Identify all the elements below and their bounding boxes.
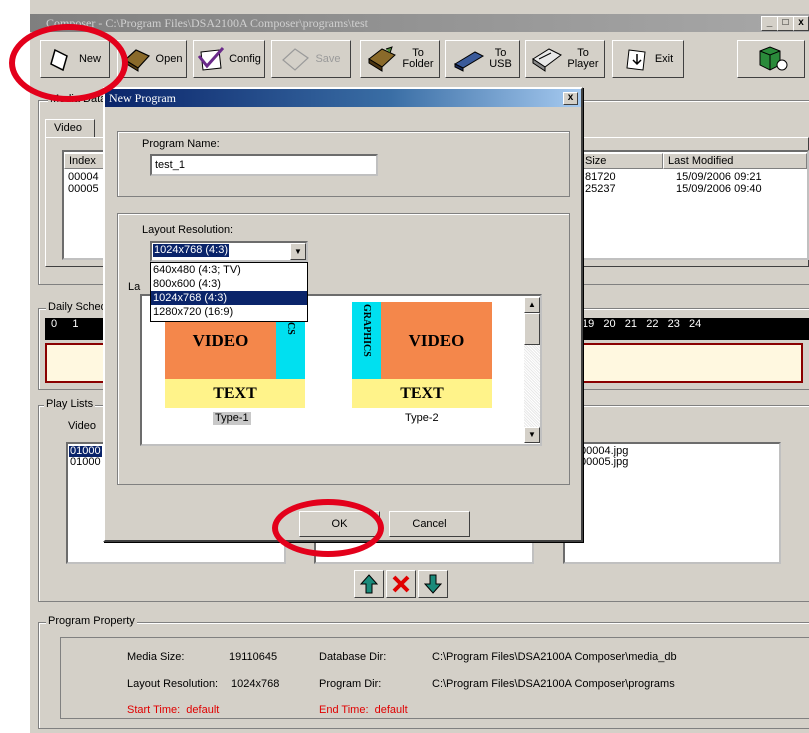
config-button[interactable]: Config — [193, 40, 265, 78]
exit-icon — [626, 49, 646, 71]
config-check-icon — [197, 47, 225, 71]
to-folder-button[interactable]: To Folder — [360, 40, 440, 78]
to-player-label: To Player — [567, 48, 598, 70]
resolution-options-list: 640x480 (4:3; TV) 800x600 (4:3) 1024x768… — [150, 262, 308, 322]
schedule-track-right[interactable] — [582, 343, 803, 383]
program-property-legend: Program Property — [46, 615, 137, 627]
video-playlist-item-2[interactable]: 01000 — [69, 457, 102, 468]
image-playlist-item-2[interactable]: 00005.jpg — [580, 457, 628, 468]
column-size[interactable]: Size — [580, 153, 663, 169]
to-player-label-line2: Player — [567, 58, 599, 70]
media-row-modified-2[interactable]: 15/09/2006 09:40 — [676, 183, 762, 195]
highlight-circle-ok — [272, 499, 384, 557]
maximize-button[interactable]: □ — [777, 16, 794, 31]
arrow-up-icon — [360, 574, 378, 594]
to-folder-label: To Folder — [402, 48, 433, 70]
highlight-circle-new — [9, 24, 128, 102]
chevron-down-icon: ▼ — [294, 247, 302, 256]
dialog-close-button[interactable]: x — [563, 92, 578, 105]
exit-label: Exit — [654, 52, 674, 65]
layout-resolution-dialog-label: Layout Resolution: — [142, 224, 234, 236]
save-button[interactable]: Save — [271, 40, 351, 78]
tab-video[interactable]: Video — [45, 119, 95, 137]
scroll-up-icon: ▲ — [528, 300, 536, 309]
dialog-title-bar: New Program — [105, 89, 581, 107]
save-label: Save — [315, 52, 341, 65]
type1-text-block: TEXT — [165, 379, 305, 408]
resolution-option-selected[interactable]: 1024x768 (4:3) — [151, 291, 307, 305]
dropdown-button[interactable]: ▼ — [290, 243, 306, 260]
program-name-label: Program Name: — [142, 138, 220, 150]
resolution-option[interactable]: 800x600 (4:3) — [151, 277, 307, 291]
delete-x-icon — [392, 575, 410, 593]
database-dir-label: Database Dir: — [319, 651, 387, 663]
close-window-button[interactable]: x — [793, 16, 809, 31]
type2-graphics-label: GRAPHICS — [361, 304, 372, 357]
media-row-size-1[interactable]: 81720 — [585, 171, 616, 183]
media-row-index-2[interactable]: 00005 — [68, 183, 99, 195]
info-cube-icon — [759, 46, 788, 71]
to-usb-label: To USB — [489, 48, 512, 70]
usb-icon — [454, 51, 485, 72]
program-dir-label: Program Dir: — [319, 678, 382, 690]
player-icon — [532, 48, 563, 72]
layout-resolution-selected[interactable]: 1024x768 (4:3) — [153, 244, 229, 257]
info-button[interactable] — [737, 40, 805, 78]
media-row-size-2[interactable]: 25237 — [585, 183, 616, 195]
to-player-button[interactable]: To Player — [525, 40, 605, 78]
minimize-button[interactable]: _ — [761, 16, 778, 31]
move-down-button[interactable] — [418, 570, 448, 598]
scroll-thumb[interactable] — [524, 313, 540, 345]
column-last-modified[interactable]: Last Modified — [663, 153, 807, 169]
arrow-down-icon — [424, 574, 442, 594]
to-usb-button[interactable]: To USB — [445, 40, 520, 78]
move-up-button[interactable] — [354, 570, 384, 598]
type2-text-block: TEXT — [352, 379, 492, 408]
schedule-track-left[interactable] — [45, 343, 105, 383]
program-dir-value: C:\Program Files\DSA2100A Composer\progr… — [432, 678, 675, 690]
scroll-down-icon: ▼ — [528, 430, 536, 439]
type2-graphics-block: GRAPHICS — [352, 302, 381, 379]
delete-button[interactable] — [386, 570, 416, 598]
dialog-title: New Program — [109, 91, 176, 105]
folder-icon — [368, 46, 397, 72]
layout-resolution-value: 1024x768 — [231, 678, 280, 690]
open-label: Open — [155, 52, 183, 65]
program-name-input[interactable]: test_1 — [150, 154, 378, 176]
video-playlist-label: Video — [68, 420, 96, 432]
resolution-option[interactable]: 640x480 (4:3; TV) — [151, 263, 307, 277]
layout-type-label: La — [128, 281, 141, 293]
type1-label[interactable]: Type-1 — [213, 412, 251, 425]
media-row-modified-1[interactable]: 15/09/2006 09:21 — [676, 171, 762, 183]
config-label: Config — [229, 52, 261, 65]
save-icon — [282, 48, 310, 71]
scroll-up-button[interactable]: ▲ — [524, 297, 540, 313]
exit-button[interactable]: Exit — [612, 40, 684, 78]
window-title-bar: Composer - C:\Program Files\DSA2100A Com… — [30, 14, 809, 32]
to-folder-label-line2: Folder — [402, 58, 434, 70]
hour-ruler-left: 0 1 — [45, 318, 105, 340]
cancel-button[interactable]: Cancel — [389, 511, 470, 537]
to-usb-label-line2: USB — [489, 58, 512, 70]
end-time: End Time: default — [319, 704, 408, 716]
scroll-down-button[interactable]: ▼ — [524, 427, 540, 443]
database-dir-value: C:\Program Files\DSA2100A Composer\media… — [432, 651, 677, 663]
media-size-label: Media Size: — [127, 651, 185, 663]
media-row-index-1[interactable]: 00004 — [68, 171, 99, 183]
play-lists-legend: Play Lists — [44, 398, 96, 410]
type2-video-block: VIDEO — [381, 302, 492, 379]
hour-ruler-right: 19 20 21 22 23 24 — [582, 318, 809, 340]
layout-resolution-label: Layout Resolution: — [127, 678, 219, 690]
media-size-value: 19110645 — [229, 651, 278, 663]
type2-label[interactable]: Type-2 — [405, 412, 439, 425]
start-time: Start Time: default — [127, 704, 220, 716]
resolution-option[interactable]: 1280x720 (16:9) — [151, 305, 307, 319]
